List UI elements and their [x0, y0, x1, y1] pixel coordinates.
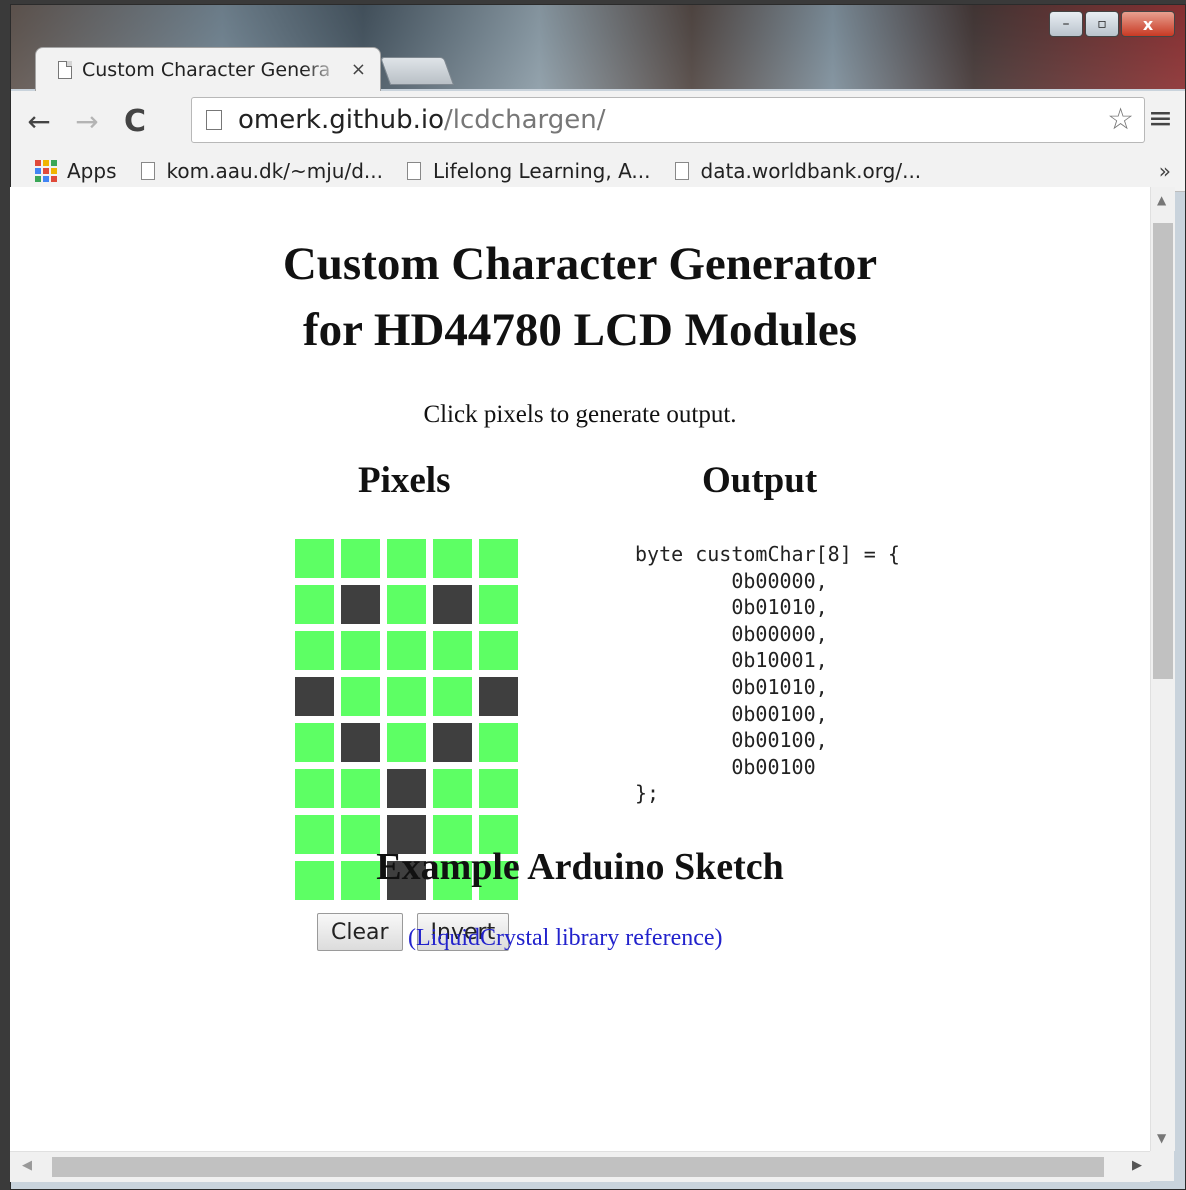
output-heading: Output [702, 460, 818, 501]
browser-toolbar: ← → C omerk.github.io/lcdchargen/ ☆ ≡ [11, 91, 1185, 151]
pixel-cell[interactable] [387, 539, 426, 578]
pixel-cell[interactable] [433, 631, 472, 670]
bookmarks-bar: Apps kom.aau.dk/~mju/d... Lifelong Learn… [11, 151, 1185, 192]
pixel-cell[interactable] [433, 539, 472, 578]
address-bar[interactable]: omerk.github.io/lcdchargen/ ☆ [191, 97, 1145, 143]
pixel-cell[interactable] [295, 585, 334, 624]
horizontal-scroll-thumb[interactable] [52, 1157, 1104, 1177]
tab-title: Custom Character Genera [82, 58, 331, 81]
pixel-cell[interactable] [295, 769, 334, 808]
close-window-button[interactable]: x [1121, 11, 1175, 37]
scrollbar-corner [1150, 1151, 1174, 1181]
page-title-line-1: Custom Character Generator [282, 238, 878, 290]
page-icon [406, 162, 421, 180]
bookmark-label: kom.aau.dk/~mju/d... [166, 159, 383, 183]
bookmark-label: data.worldbank.org/... [700, 159, 922, 183]
pixel-cell[interactable] [433, 769, 472, 808]
bookmark-item[interactable]: Lifelong Learning, A... [406, 159, 651, 183]
vertical-scrollbar[interactable]: ▲ ▼ [1150, 187, 1175, 1151]
scroll-up-icon[interactable]: ▲ [1157, 193, 1166, 207]
pixel-cell[interactable] [341, 677, 380, 716]
page-content: Custom Character Generator for HD44780 L… [10, 187, 1150, 1019]
pixel-cell[interactable] [341, 723, 380, 762]
pixel-cell[interactable] [433, 677, 472, 716]
new-tab-button[interactable] [379, 57, 455, 85]
horizontal-scrollbar[interactable]: ◀ ▶ [10, 1151, 1150, 1182]
bookmark-item[interactable]: kom.aau.dk/~mju/d... [140, 159, 383, 183]
pixel-cell[interactable] [479, 631, 518, 670]
pixel-cell[interactable] [295, 723, 334, 762]
page-viewport: Custom Character Generator for HD44780 L… [10, 187, 1150, 1151]
more-bookmarks-icon[interactable]: » [1159, 159, 1171, 183]
bookmark-label: Lifelong Learning, A... [432, 159, 651, 183]
page-title-line-2: for HD44780 LCD Modules [303, 304, 857, 356]
window-controls: – ▫ x [1049, 11, 1175, 37]
bookmark-label: Apps [67, 159, 117, 183]
pixel-cell[interactable] [295, 677, 334, 716]
forward-icon[interactable]: → [67, 105, 107, 138]
page-icon [206, 110, 222, 130]
pixel-cell[interactable] [341, 631, 380, 670]
scroll-down-icon[interactable]: ▼ [1157, 1131, 1166, 1145]
pixel-cell[interactable] [387, 723, 426, 762]
pixel-cell[interactable] [341, 585, 380, 624]
pixel-cell[interactable] [479, 723, 518, 762]
bookmark-item[interactable]: data.worldbank.org/... [674, 159, 922, 183]
pixel-cell[interactable] [295, 539, 334, 578]
page-icon [674, 162, 689, 180]
back-icon[interactable]: ← [19, 105, 59, 138]
pixel-cell[interactable] [479, 677, 518, 716]
sketch-heading: Example Arduino Sketch [376, 846, 784, 888]
menu-icon[interactable]: ≡ [1148, 101, 1173, 136]
reference-link[interactable]: (LiquidCrystal library reference) [408, 925, 723, 952]
active-tab[interactable]: Custom Character Genera × [35, 47, 381, 91]
pixel-cell[interactable] [387, 585, 426, 624]
pixel-cell[interactable] [341, 539, 380, 578]
pixel-cell[interactable] [433, 723, 472, 762]
url-path: /lcdchargen/ [444, 105, 606, 135]
minimize-button[interactable]: – [1049, 11, 1083, 37]
output-code: byte customChar[8] = { 0b00000, 0b01010,… [635, 542, 900, 806]
pixel-cell[interactable] [433, 585, 472, 624]
pixel-cell[interactable] [479, 769, 518, 808]
page-title: Custom Character Generator for HD44780 L… [10, 187, 1150, 363]
pixel-cell[interactable] [341, 769, 380, 808]
tab-close-icon[interactable]: × [351, 59, 366, 80]
pixel-cell[interactable] [295, 631, 334, 670]
pixel-cell[interactable] [479, 585, 518, 624]
vertical-scroll-thumb[interactable] [1153, 223, 1173, 679]
maximize-button[interactable]: ▫ [1085, 11, 1119, 37]
scroll-right-icon[interactable]: ▶ [1132, 1158, 1142, 1173]
page-icon [58, 60, 72, 79]
scroll-left-icon[interactable]: ◀ [22, 1158, 32, 1173]
pixel-cell[interactable] [387, 769, 426, 808]
reload-icon[interactable]: C [115, 104, 155, 139]
pixel-cell[interactable] [479, 539, 518, 578]
pixel-cell[interactable] [387, 677, 426, 716]
intro-text: Click pixels to generate output. [423, 401, 737, 428]
url-host: omerk.github.io [238, 105, 445, 135]
bookmark-star-icon[interactable]: ☆ [1107, 102, 1134, 137]
page-icon [140, 162, 155, 180]
pixels-heading: Pixels [358, 460, 451, 501]
apps-grid-icon [35, 160, 57, 182]
pixel-cell[interactable] [387, 631, 426, 670]
clear-button[interactable]: Clear [317, 913, 403, 951]
bookmark-apps[interactable]: Apps [35, 159, 117, 183]
